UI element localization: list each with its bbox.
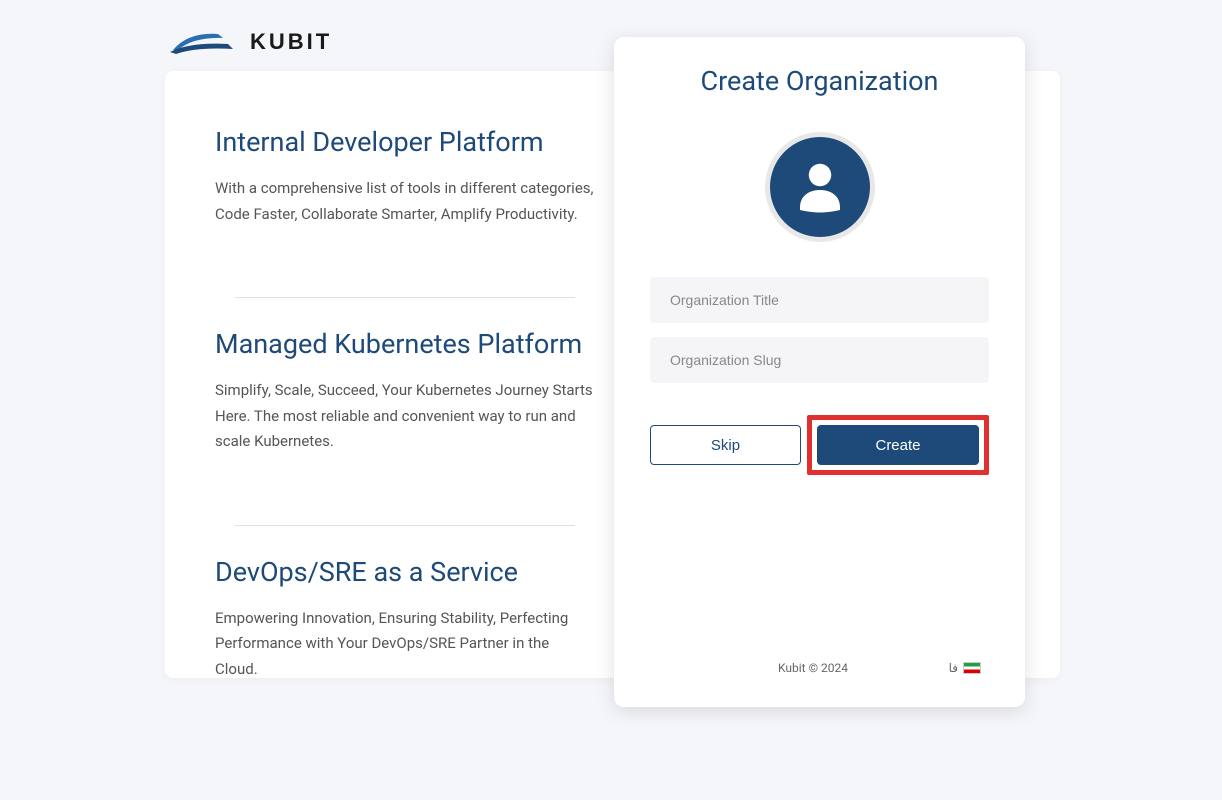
feature-description: With a comprehensive list of tools in di… [215, 176, 595, 227]
iran-flag-icon [963, 662, 981, 674]
skip-button[interactable]: Skip [650, 425, 801, 465]
organization-title-input[interactable] [650, 277, 989, 323]
create-organization-modal: Create Organization Skip Create Kubit © … [614, 37, 1025, 707]
create-button[interactable]: Create [817, 425, 979, 465]
lang-label: فا [949, 661, 958, 675]
action-buttons: Skip Create [650, 415, 989, 475]
copyright-text: Kubit © 2024 [778, 661, 848, 675]
divider [235, 525, 575, 526]
create-button-highlight: Create [807, 415, 989, 475]
modal-title: Create Organization [650, 65, 989, 97]
avatar-upload[interactable] [650, 132, 989, 242]
brand-name: KUBIT [250, 29, 332, 55]
divider [235, 297, 575, 298]
brand-logo: KUBIT [168, 22, 332, 61]
user-icon [790, 155, 850, 219]
organization-slug-input[interactable] [650, 337, 989, 383]
avatar-circle [765, 132, 875, 242]
boat-logo-icon [168, 22, 238, 61]
organization-form [650, 277, 989, 383]
language-switcher[interactable]: فا [949, 661, 981, 675]
feature-description: Simplify, Scale, Succeed, Your Kubernete… [215, 378, 595, 455]
feature-description: Empowering Innovation, Ensuring Stabilit… [215, 606, 595, 683]
modal-footer: Kubit © 2024 فا [650, 661, 989, 679]
